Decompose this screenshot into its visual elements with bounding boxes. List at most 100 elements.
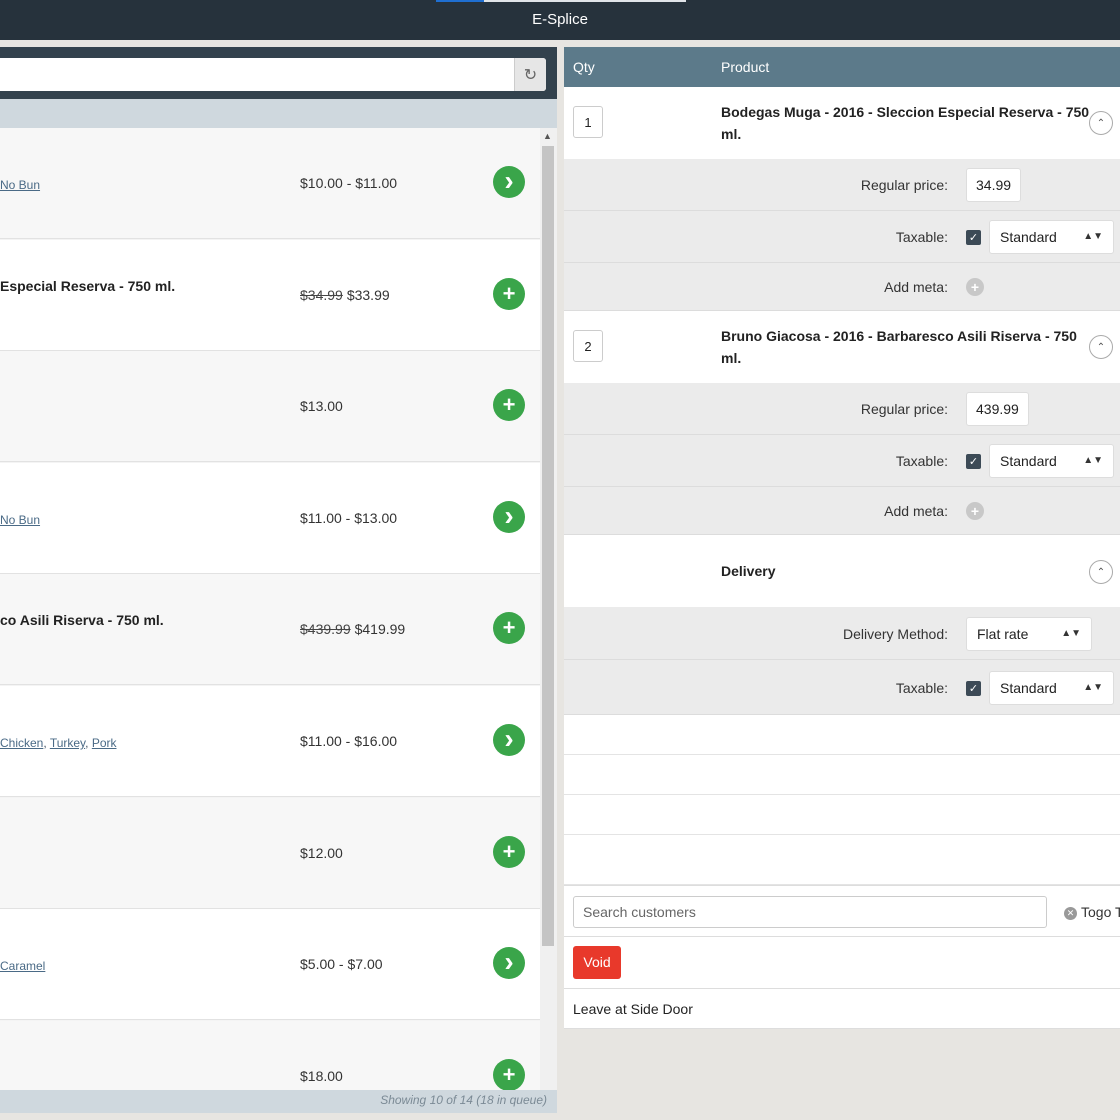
taxable-checkbox[interactable]: ✓: [966, 454, 981, 469]
taxable-label: Taxable:: [895, 680, 948, 696]
empty-row: [564, 755, 1120, 795]
view-variants-button[interactable]: ›: [493, 166, 525, 198]
add-meta-label: Add meta:: [884, 279, 948, 295]
view-variants-button[interactable]: ›: [493, 501, 525, 533]
view-variants-button[interactable]: ›: [493, 724, 525, 756]
void-row: Void: [564, 937, 1120, 989]
regular-price-input[interactable]: 439.99: [966, 392, 1029, 426]
delivery-title: Delivery: [721, 563, 776, 579]
product-price: $10.00 - $11.00: [300, 175, 397, 191]
product-row[interactable]: co Asili Riserva - 750 ml. $439.99 $419.99…: [0, 574, 540, 685]
chevron-up-icon: ⌃: [1096, 117, 1106, 129]
regular-price-row: Regular price: 34.99: [564, 159, 1120, 211]
add-to-cart-button[interactable]: +: [493, 389, 525, 421]
variant-link[interactable]: Chicken: [0, 736, 43, 750]
empty-row: [564, 835, 1120, 885]
chevron-right-icon: ›: [504, 499, 514, 531]
void-button[interactable]: Void: [573, 946, 621, 979]
current-price: $5.00 - $7.00: [300, 956, 383, 972]
product-list-scrollbar[interactable]: ▲ ▼: [540, 128, 557, 1113]
tax-class-select[interactable]: Standard ▲▼: [989, 444, 1114, 478]
collapse-toggle[interactable]: ⌃: [1089, 111, 1113, 135]
product-row[interactable]: No Bun $10.00 - $11.00 ›: [0, 128, 540, 239]
add-to-cart-button[interactable]: +: [493, 612, 525, 644]
regular-price-label: Regular price:: [860, 177, 948, 193]
add-to-cart-button[interactable]: +: [493, 278, 525, 310]
showing-count: Showing 10 of 14 (18 in queue): [380, 1093, 547, 1107]
plus-icon: +: [502, 615, 516, 640]
add-meta-button[interactable]: +: [966, 502, 984, 520]
regular-price-input[interactable]: 34.99: [966, 168, 1022, 202]
taxable-row: Taxable: ✓ Standard ▲▼: [564, 435, 1120, 487]
current-price: $11.00 - $16.00: [300, 733, 398, 749]
top-bar: E-Splice: [0, 0, 1120, 40]
old-price: $439.99: [300, 621, 351, 637]
variant-link[interactable]: Pork: [92, 736, 117, 750]
product-row[interactable]: Caramel $5.00 - $7.00 ›: [0, 909, 540, 1020]
current-price: $33.99: [346, 287, 390, 303]
taxable-checkbox[interactable]: ✓: [966, 681, 981, 696]
empty-row: [564, 715, 1120, 755]
taxable-checkbox[interactable]: ✓: [966, 230, 981, 245]
qty-header: Qty: [573, 59, 595, 75]
product-price: $18.00: [300, 1068, 343, 1084]
product-row[interactable]: Chicken, Turkey, Pork $11.00 - $16.00 ›: [0, 686, 540, 797]
collapse-toggle[interactable]: ⌃: [1089, 560, 1113, 584]
product-row[interactable]: $13.00 +: [0, 351, 540, 462]
product-header: Product: [721, 59, 770, 75]
product-row[interactable]: $18.00 +: [0, 1021, 540, 1090]
add-to-cart-button[interactable]: +: [493, 1059, 525, 1090]
taxable-label: Taxable:: [895, 453, 948, 469]
add-meta-label: Add meta:: [884, 503, 948, 519]
product-list-footer: Showing 10 of 14 (18 in queue): [0, 1090, 557, 1113]
cart-item-name: Bodegas Muga - 2016 - Sleccion Especial …: [721, 104, 1090, 142]
customer-tag-label: Togo T: [1081, 904, 1120, 920]
collapse-toggle[interactable]: ⌃: [1089, 335, 1113, 359]
product-search-bar: ↻: [0, 47, 557, 99]
product-panel: ↻ No Bun $10.00 - $11.00 › Especial Reserva…: [0, 47, 557, 1113]
current-price: $11.00 - $13.00: [300, 510, 398, 526]
scroll-up-icon[interactable]: ▲: [543, 131, 552, 141]
product-price: $11.00 - $13.00: [300, 510, 397, 526]
product-variants: No Bun: [0, 178, 40, 192]
cart-panel: Qty Product 1 Bodegas Muga - 2016 - Slec…: [564, 47, 1120, 1120]
cart-item: 2 Bruno Giacosa - 2016 - Barbaresco Asil…: [564, 311, 1120, 383]
product-price: $5.00 - $7.00: [300, 956, 383, 972]
product-price: $34.99 $33.99: [300, 287, 390, 303]
variant-link[interactable]: Turkey: [50, 736, 85, 750]
remove-tag-icon[interactable]: ✕: [1064, 907, 1077, 920]
order-note-row: Leave at Side Door: [564, 989, 1120, 1029]
tax-class-value: Standard: [1000, 453, 1057, 469]
product-variants: Caramel: [0, 959, 45, 973]
refresh-icon: ↻: [523, 66, 538, 84]
plus-icon: +: [502, 281, 516, 306]
variant-link[interactable]: Caramel: [0, 959, 45, 973]
tax-class-select[interactable]: Standard ▲▼: [989, 220, 1114, 254]
current-price: $13.00: [300, 398, 343, 414]
variant-link[interactable]: No Bun: [0, 513, 40, 527]
chevron-right-icon: ›: [504, 722, 514, 754]
view-variants-button[interactable]: ›: [493, 947, 525, 979]
tax-class-value: Standard: [1000, 680, 1057, 696]
qty-input[interactable]: 2: [573, 330, 603, 362]
customer-search-input[interactable]: Search customers: [573, 896, 1047, 928]
add-meta-button[interactable]: +: [966, 278, 984, 296]
qty-input[interactable]: 1: [573, 106, 603, 138]
product-row[interactable]: Especial Reserva - 750 ml. $34.99 $33.99 +: [0, 240, 540, 351]
empty-row: [564, 795, 1120, 835]
product-search-input[interactable]: ↻: [0, 58, 546, 91]
select-caret-icon: ▲▼: [1083, 455, 1103, 466]
scrollbar-thumb[interactable]: [542, 146, 554, 946]
delivery-method-select[interactable]: Flat rate ▲▼: [966, 617, 1092, 651]
add-to-cart-button[interactable]: +: [493, 836, 525, 868]
product-row[interactable]: $12.00 +: [0, 798, 540, 909]
product-row[interactable]: No Bun $11.00 - $13.00 ›: [0, 463, 540, 574]
product-list-header: [0, 99, 557, 128]
tax-class-select[interactable]: Standard ▲▼: [989, 671, 1114, 705]
active-tab-indicator: [436, 0, 484, 2]
chevron-up-icon: ⌃: [1096, 341, 1106, 353]
product-variants: Chicken, Turkey, Pork: [0, 736, 117, 750]
refresh-button[interactable]: ↻: [514, 58, 546, 91]
variant-link[interactable]: No Bun: [0, 178, 40, 192]
customer-tag[interactable]: ✕ Togo T: [1064, 904, 1120, 920]
